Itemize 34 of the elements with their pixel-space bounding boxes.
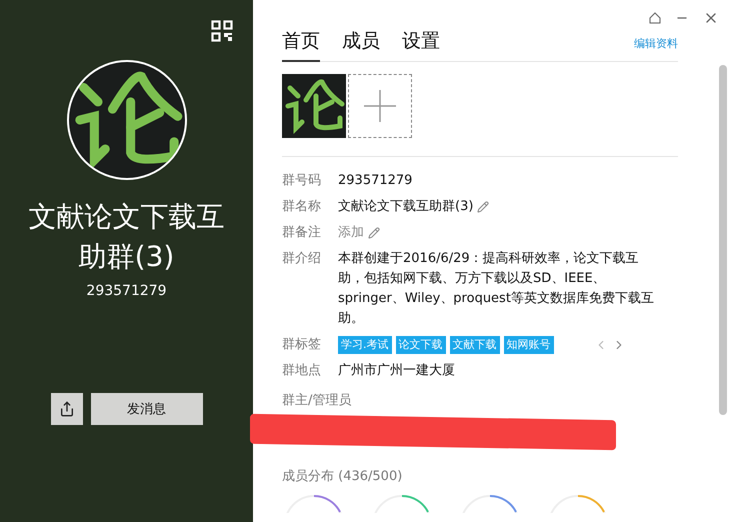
field-label: 群号码 [282, 172, 322, 190]
tab[interactable]: 成员 [342, 28, 380, 62]
send-message-button[interactable]: 发消息 [90, 393, 202, 425]
edit-icon[interactable] [477, 201, 490, 213]
edit-profile-link[interactable]: 编辑资料 [634, 36, 678, 51]
scrollbar-thumb[interactable] [719, 65, 727, 415]
section-title: 成员分布 (436/500) [282, 468, 404, 485]
field-label: 群介绍 [282, 250, 322, 268]
field-placeholder[interactable]: 添加 [338, 223, 364, 243]
intro-text: 本群创建于2016/6/29：提高科研效率，论文下载互助，包括知网下载、万方下载以及SD、IEEE、springer、Wiley、proquest等英文数据库免费下载互助。 [338, 250, 655, 328]
share-icon [58, 401, 74, 417]
tag: 知网账号 [504, 336, 554, 354]
group-photo[interactable] [282, 74, 346, 138]
field-label: 群备注 [282, 224, 322, 242]
share-button[interactable] [50, 393, 82, 425]
field-label: 群标签 [282, 336, 322, 354]
field-label: 群地点 [282, 362, 322, 380]
add-photo-button[interactable] [348, 74, 412, 138]
tag: 文献下载 [450, 336, 500, 354]
field-label: 群名称 [282, 198, 322, 216]
tag: 学习.考试 [338, 336, 392, 354]
house-icon[interactable] [649, 12, 661, 24]
field-value: 文献论文下载互助群(3) [338, 198, 474, 216]
tag: 论文下载 [396, 336, 446, 354]
plus-icon [364, 90, 396, 122]
qr-code-icon[interactable] [211, 20, 233, 42]
tab[interactable]: 首页 [282, 28, 320, 62]
group-name: 文献论文下载互助群(3) [28, 199, 226, 275]
tab[interactable]: 设置 [402, 28, 440, 62]
field-value: 293571279 [338, 172, 412, 190]
edit-icon[interactable] [368, 227, 380, 239]
section-title: 群主/管理员 [282, 392, 352, 409]
group-number: 293571279 [86, 283, 167, 299]
field-value: 广州市广州一建大厦 [338, 362, 455, 380]
